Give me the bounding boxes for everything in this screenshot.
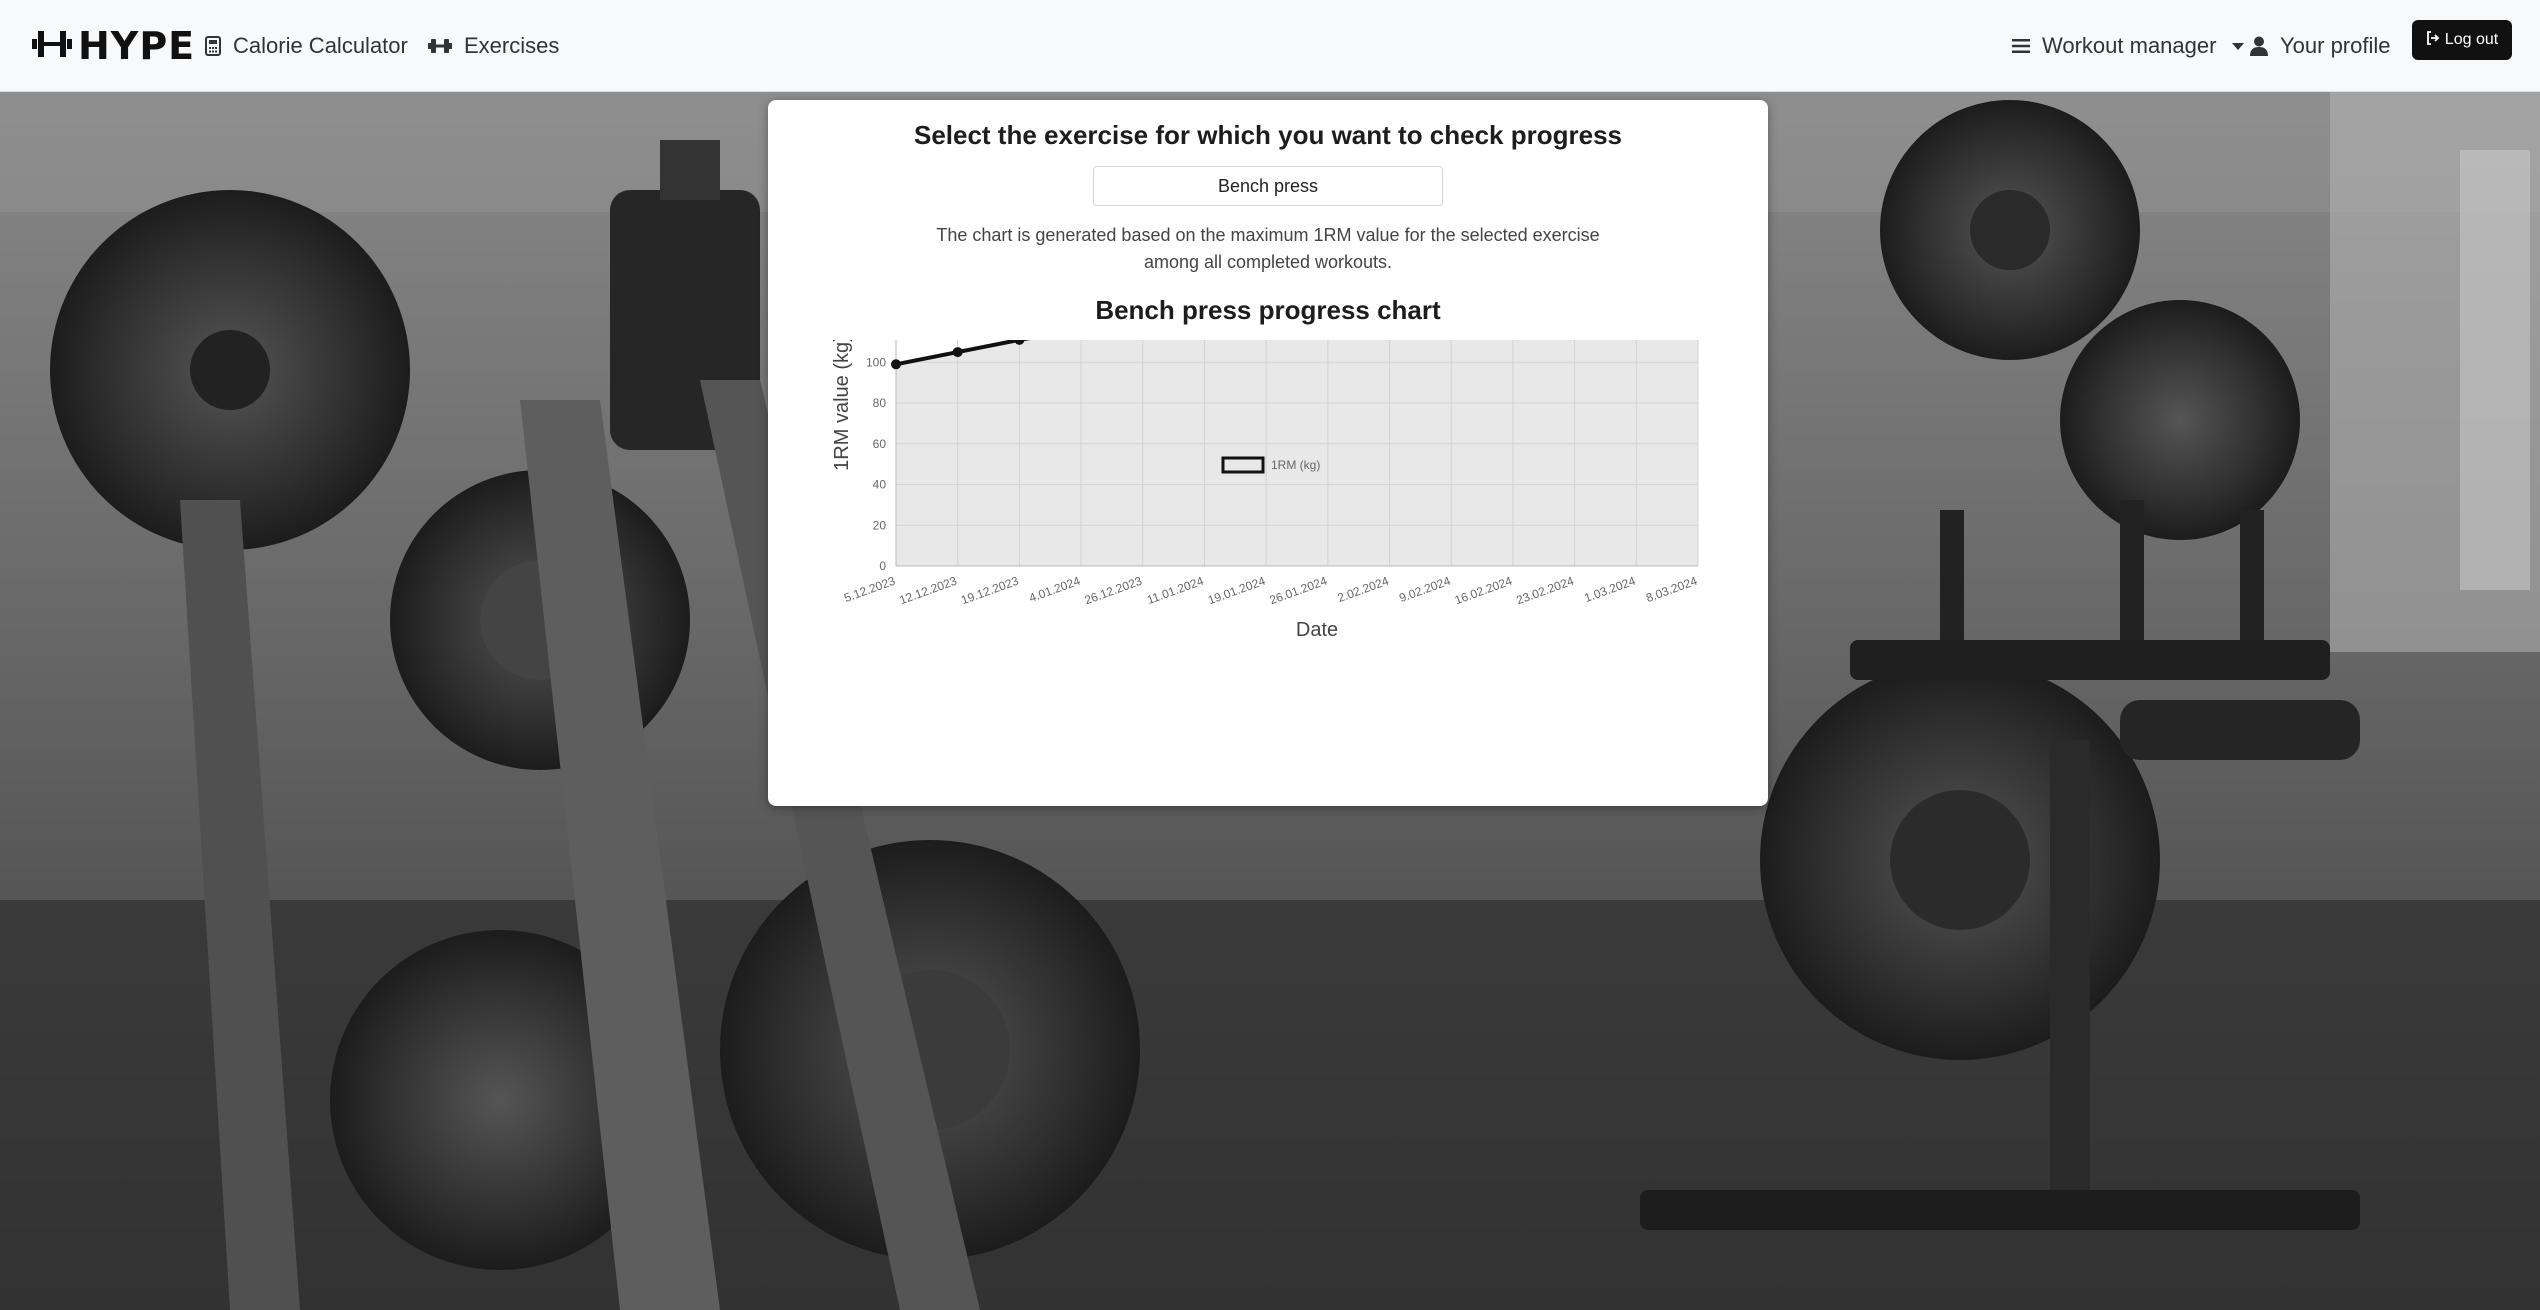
- brand-logo-link[interactable]: HYPE: [32, 22, 195, 70]
- nav-calorie-calculator-label: Calorie Calculator: [233, 33, 408, 58]
- x-tick-label: 26.12.2023: [1083, 574, 1145, 608]
- y-tick-label: 0: [879, 559, 886, 573]
- top-navbar: HYPE Calorie Calculator Exercises Workou…: [0, 0, 2540, 92]
- chevron-down-icon: [2232, 42, 2245, 50]
- nav-your-profile-label: Your profile: [2280, 33, 2391, 58]
- dumbbell-logo-icon: [32, 28, 72, 65]
- data-point: [891, 359, 901, 370]
- nav-exercises[interactable]: Exercises: [428, 22, 559, 70]
- x-tick-label: 12.12.2023: [897, 574, 959, 608]
- log-out-label: Log out: [2444, 31, 2499, 48]
- exercise-select-value: Bench press: [1217, 175, 1319, 196]
- x-tick-label: 26.01.2024: [1268, 574, 1330, 608]
- x-tick-label: 19.01.2024: [1206, 574, 1268, 608]
- progress-card: Select the exercise for which you want t…: [768, 100, 1768, 806]
- nav-workout-manager-dropdown[interactable]: Workout manager: [2012, 22, 2245, 70]
- dumbbell-icon: [428, 37, 452, 55]
- y-axis-title: 1RM value (kg): [831, 340, 853, 471]
- chart-heading: Bench press progress chart: [1095, 295, 1441, 325]
- x-tick-label: 4.01.2024: [1027, 574, 1082, 606]
- x-tick-label: 9.02.2024: [1397, 574, 1452, 606]
- legend-label: 1RM (kg): [1271, 458, 1320, 472]
- calculator-icon: [205, 36, 221, 56]
- x-tick-label: 2.02.2024: [1336, 574, 1391, 606]
- brand-name: HYPE: [78, 24, 196, 68]
- bars-icon: [2012, 38, 2030, 54]
- x-tick-label: 8.03.2024: [1644, 574, 1699, 606]
- x-tick-label: 11.01.2024: [1145, 574, 1206, 608]
- x-tick-label: 23.02.2024: [1514, 574, 1576, 608]
- chart-description: The chart is generated based on the maxi…: [936, 225, 1600, 272]
- series-area-fill: [896, 340, 1698, 566]
- progress-heading: Select the exercise for which you want t…: [913, 120, 1623, 150]
- x-tick-label: 5.12.2023: [842, 574, 897, 606]
- y-tick-label: 100: [866, 355, 886, 369]
- sign-out-icon: [2426, 30, 2440, 50]
- log-out-button[interactable]: Log out: [2412, 20, 2512, 60]
- y-tick-label: 60: [873, 437, 887, 451]
- x-tick-label: 16.02.2024: [1453, 574, 1515, 608]
- y-tick-label: 20: [873, 518, 887, 532]
- legend-swatch: [1221, 456, 1265, 474]
- exercise-select[interactable]: Bench press: [1093, 166, 1443, 206]
- data-point: [952, 347, 963, 358]
- x-tick-label: 1.03.2024: [1582, 574, 1637, 606]
- x-axis-title: Date: [1296, 619, 1338, 641]
- nav-your-profile[interactable]: Your profile: [2250, 22, 2390, 70]
- nav-calorie-calculator[interactable]: Calorie Calculator: [205, 22, 408, 70]
- x-tick-label: 19.12.2023: [959, 574, 1021, 608]
- y-tick-label: 80: [873, 396, 887, 410]
- progress-chart-svg: 0204060801001201401605.12.202312.12.2023…: [831, 340, 1699, 641]
- y-tick-label: 40: [873, 478, 887, 492]
- nav-exercises-label: Exercises: [464, 33, 560, 58]
- user-icon: [2250, 36, 2268, 56]
- progress-chart: 0204060801001201401605.12.202312.12.2023…: [768, 340, 1768, 800]
- nav-workout-manager-label: Workout manager: [2042, 33, 2217, 58]
